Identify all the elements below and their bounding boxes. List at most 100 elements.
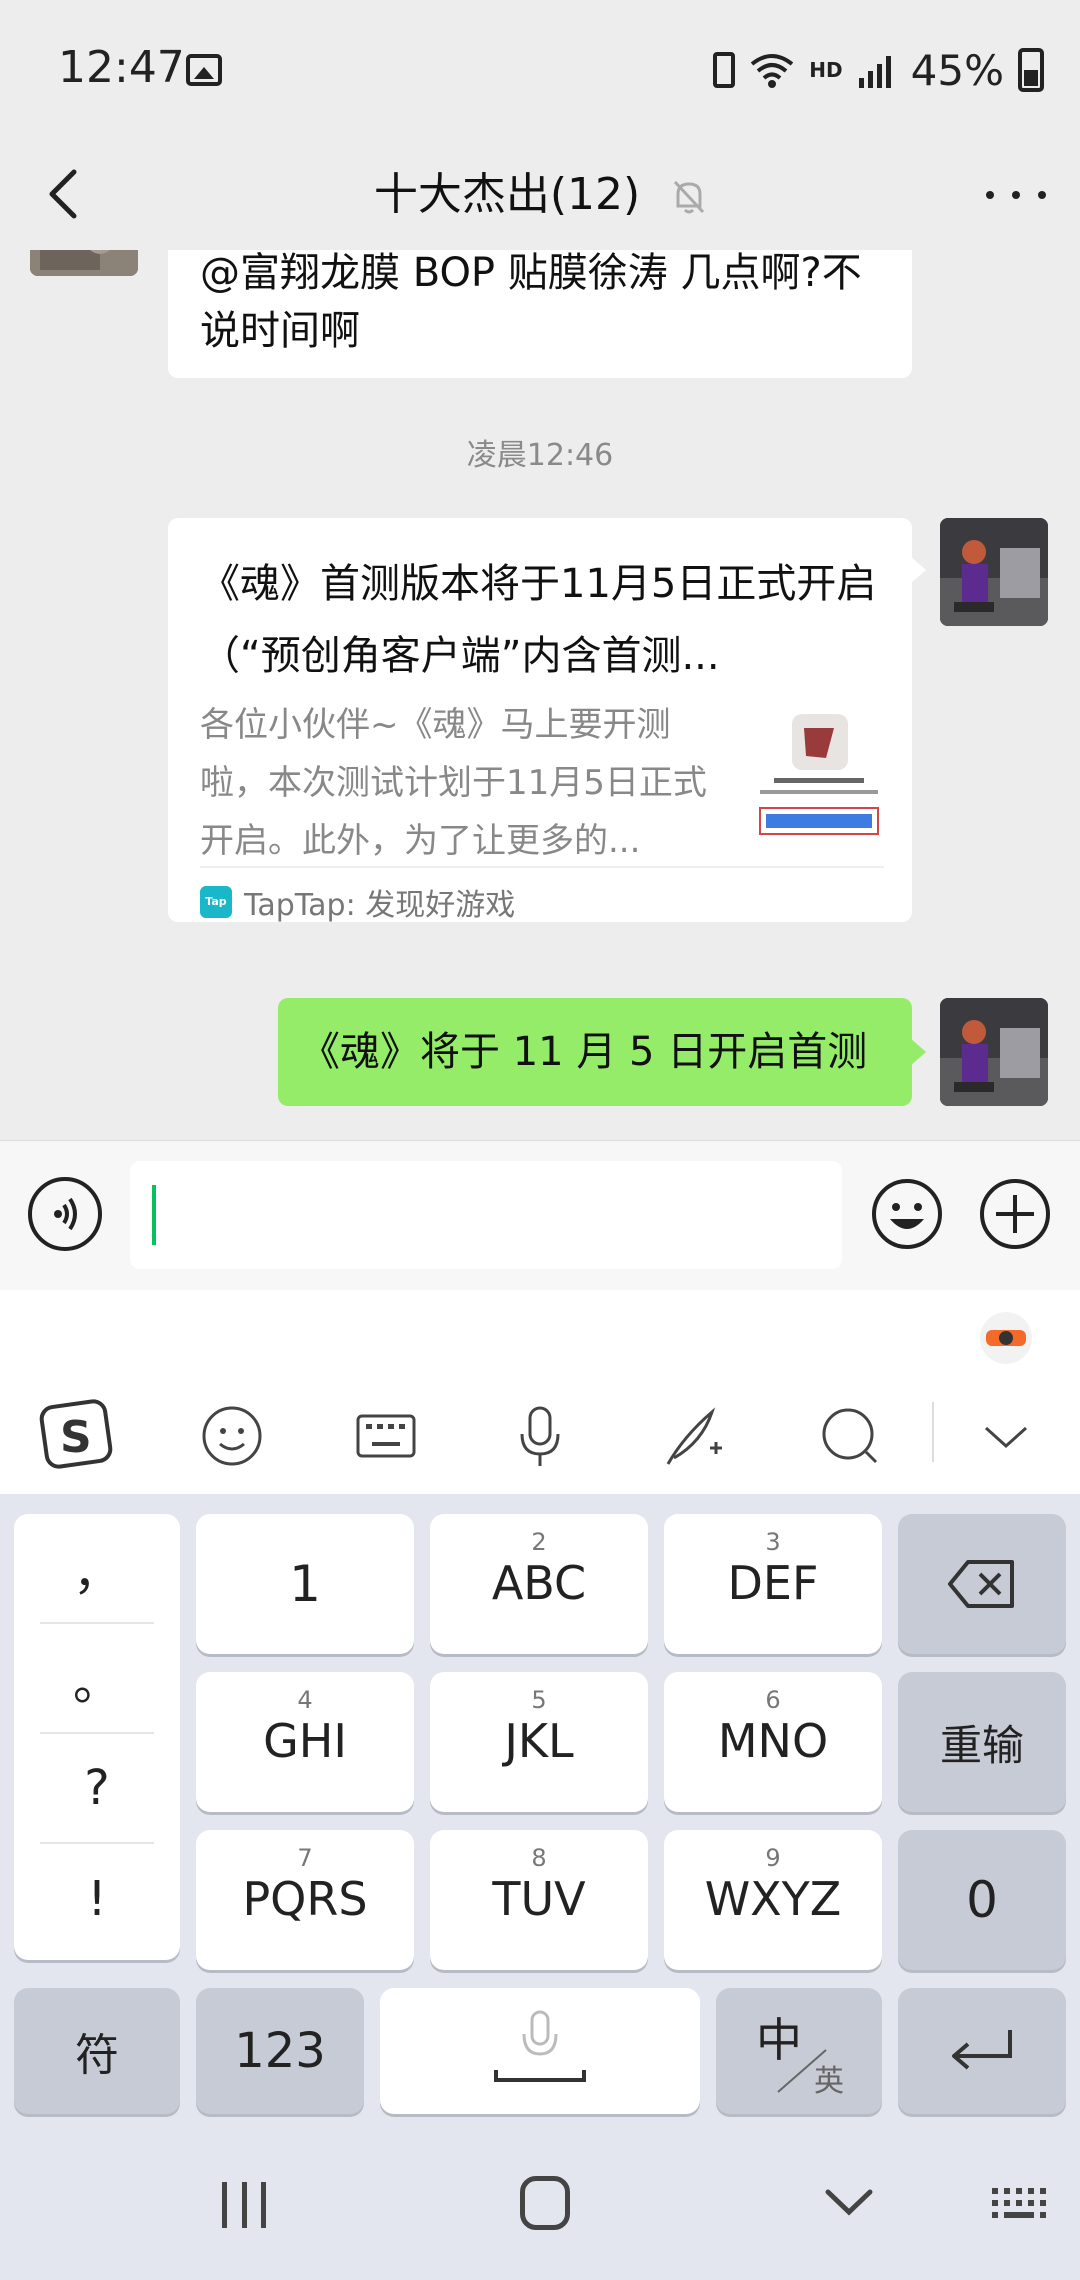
ime-toolbar: S xyxy=(0,1290,1080,1494)
key-abc[interactable]: 2 ABC xyxy=(430,1514,648,1654)
numeric-key[interactable]: 123 xyxy=(196,1988,364,2114)
hide-keyboard-button[interactable] xyxy=(822,2182,876,2222)
key-number: 2 xyxy=(531,1528,547,1556)
message-text: 《魂》将于 11 月 5 日开启首测 xyxy=(300,1029,868,1075)
more-dot-icon xyxy=(1012,191,1020,199)
key-number: 5 xyxy=(531,1686,547,1714)
toolbar-divider xyxy=(932,1402,934,1462)
language-switch-key[interactable]: 中 英 xyxy=(716,1988,882,2114)
member-avatar[interactable] xyxy=(30,250,138,276)
link-card-message[interactable]: 《魂》首测版本将于11月5日正式开启（“预创角客户端”内含首测... 各位小伙伴… xyxy=(168,518,926,923)
key-tuv[interactable]: 8 TUV xyxy=(430,1830,648,1970)
recent-apps-button[interactable] xyxy=(222,2182,266,2228)
backspace-key[interactable] xyxy=(898,1514,1066,1654)
message-timestamp: 凌晨12:46 xyxy=(466,438,614,473)
link-card-divider xyxy=(200,866,884,868)
key-jkl[interactable]: 5 JKL xyxy=(430,1672,648,1812)
symbol-key[interactable]: 符 xyxy=(14,1988,180,2114)
space-key[interactable] xyxy=(380,1988,700,2114)
battery-icon xyxy=(1018,48,1044,92)
search-icon[interactable] xyxy=(810,1396,890,1476)
key-label: JKL xyxy=(504,1714,574,1768)
emoji-keyboard-icon[interactable] xyxy=(192,1396,272,1476)
message-bubble-text[interactable]: @富翔龙膜 BOP 贴膜徐涛 几点啊?不说时间啊 xyxy=(168,250,912,378)
key-wxyz[interactable]: 9 WXYZ xyxy=(664,1830,882,1970)
key-number: 6 xyxy=(765,1686,781,1714)
ime-mascot-icon[interactable] xyxy=(976,1306,1036,1366)
key-label: 0 xyxy=(966,1871,998,1929)
link-card-thumbnail xyxy=(754,708,884,858)
key-label: 符 xyxy=(75,2030,119,2081)
message-input-bar xyxy=(0,1140,1080,1290)
key-0[interactable]: 0 xyxy=(898,1830,1066,1970)
punctuation-key[interactable]: ? xyxy=(40,1734,154,1844)
recent-apps-icon xyxy=(222,2182,227,2228)
more-options-button[interactable] xyxy=(986,170,1046,220)
sent-message-bubble[interactable]: 《魂》将于 11 月 5 日开启首测 xyxy=(278,998,926,1106)
link-card-source: Tap TapTap: 发现好游戏 xyxy=(200,882,516,923)
gallery-notification-icon xyxy=(186,54,222,86)
punctuation-key[interactable]: ! xyxy=(40,1844,154,1954)
punctuation-column: ， 。 ? ! xyxy=(14,1514,180,1960)
taptap-icon: Tap xyxy=(200,886,232,918)
key-label: GHI xyxy=(263,1714,347,1768)
chat-message-list[interactable]: @富翔龙膜 BOP 贴膜徐涛 几点啊?不说时间啊 凌晨12:46 《魂》首测版本… xyxy=(0,250,1080,1140)
message-text: @富翔龙膜 BOP 贴膜徐涛 几点啊?不说时间啊 xyxy=(200,250,862,354)
status-time: 12:47 xyxy=(58,42,185,93)
key-label: PQRS xyxy=(242,1872,368,1926)
recent-apps-icon xyxy=(261,2182,266,2228)
t9-keyboard: ， 。 ? ! 1 2 ABC 3 DEF 4 GHI 5 JKL 6 MNO … xyxy=(0,1494,1080,2120)
key-def[interactable]: 3 DEF xyxy=(664,1514,882,1654)
chat-title-area: 十大杰出(12) xyxy=(0,160,1080,230)
reset-key[interactable]: 重输 xyxy=(898,1672,1066,1812)
microphone-icon[interactable] xyxy=(500,1396,580,1476)
wifi-icon xyxy=(751,54,794,88)
battery-saver-icon xyxy=(713,52,736,88)
collapse-keyboard-icon[interactable] xyxy=(966,1396,1046,1476)
space-mic-icon xyxy=(494,2010,586,2082)
key-ghi[interactable]: 4 GHI xyxy=(196,1672,414,1812)
key-label: 1 xyxy=(289,1555,321,1613)
link-card-source-label: TapTap: 发现好游戏 xyxy=(244,888,516,923)
key-mno[interactable]: 6 MNO xyxy=(664,1672,882,1812)
chat-title: 十大杰出(12) xyxy=(373,169,641,220)
sogou-logo-icon[interactable]: S xyxy=(38,1396,118,1476)
more-functions-button[interactable] xyxy=(978,1177,1052,1251)
enter-icon xyxy=(952,2030,1012,2070)
key-number: 9 xyxy=(765,1844,781,1872)
recent-apps-icon xyxy=(241,2182,247,2228)
key-number: 3 xyxy=(765,1528,781,1556)
slash-icon xyxy=(777,2049,827,2093)
my-avatar-image xyxy=(940,998,1048,1106)
key-1[interactable]: 1 xyxy=(196,1514,414,1654)
keyboard-switch-icon[interactable] xyxy=(990,2184,1050,2224)
home-button[interactable] xyxy=(520,2176,570,2230)
punctuation-key[interactable]: ， xyxy=(40,1514,154,1624)
my-avatar-image xyxy=(940,518,1048,626)
link-card-description: 各位小伙伴~《魂》马上要开测啦，本次测试计划于11月5日正式开启。此外，为了让更… xyxy=(200,705,707,861)
key-label: 123 xyxy=(234,2023,326,2079)
message-input[interactable] xyxy=(130,1161,842,1269)
key-pqrs[interactable]: 7 PQRS xyxy=(196,1830,414,1970)
key-label: WXYZ xyxy=(704,1872,842,1926)
key-label: 重输 xyxy=(939,1720,1024,1770)
backspace-icon xyxy=(948,1560,1014,1608)
more-dot-icon xyxy=(1038,191,1046,199)
key-number: 8 xyxy=(531,1844,547,1872)
key-label: DEF xyxy=(727,1556,819,1610)
handwriting-icon[interactable] xyxy=(654,1396,734,1476)
emoji-button[interactable] xyxy=(870,1177,944,1251)
my-avatar[interactable] xyxy=(940,518,1048,626)
my-avatar[interactable] xyxy=(940,998,1048,1106)
member-avatar-image xyxy=(30,250,138,276)
chat-header: 十大杰出(12) xyxy=(0,140,1080,250)
punctuation-key[interactable]: 。 xyxy=(40,1624,154,1734)
network-type-label: HD xyxy=(809,58,843,82)
system-nav-bar xyxy=(0,2120,1080,2280)
keyboard-layout-icon[interactable] xyxy=(346,1396,426,1476)
key-label: TUV xyxy=(492,1872,586,1926)
enter-key[interactable] xyxy=(898,1988,1066,2114)
signal-icon xyxy=(858,56,891,88)
text-cursor xyxy=(152,1185,156,1245)
voice-input-button[interactable] xyxy=(28,1177,102,1251)
